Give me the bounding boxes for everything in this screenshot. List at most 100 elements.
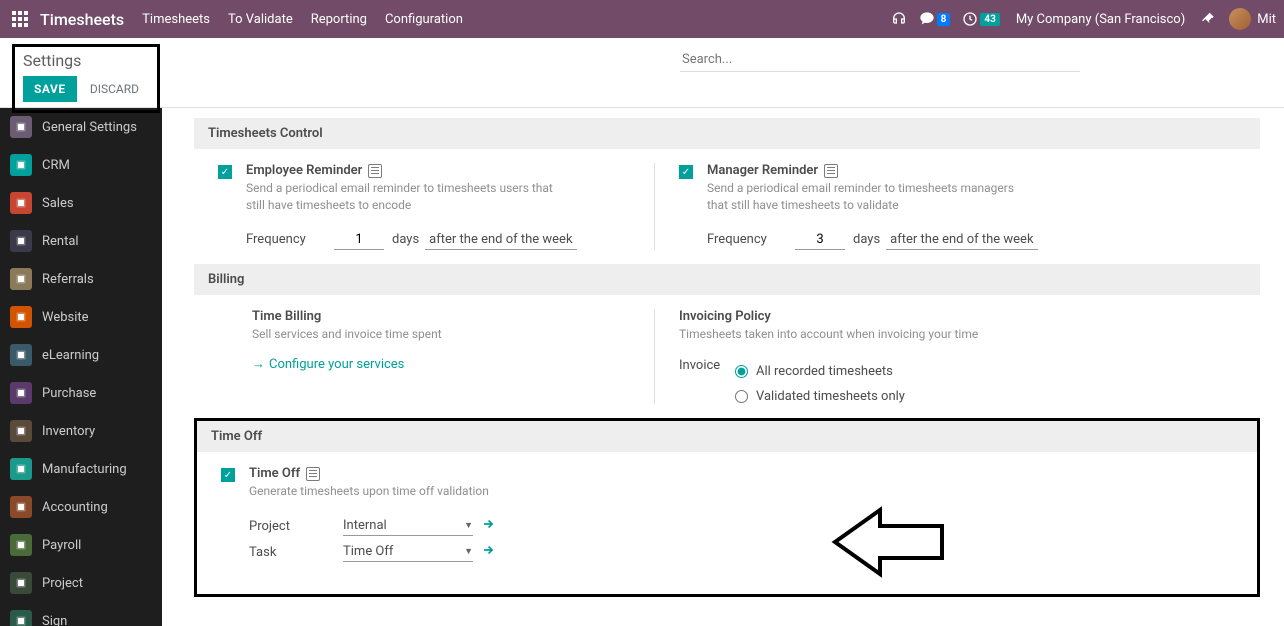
module-icon — [10, 420, 32, 442]
avatar[interactable] — [1229, 8, 1251, 30]
sidebar-item-label: Website — [42, 310, 89, 325]
nav-reporting[interactable]: Reporting — [311, 12, 367, 27]
module-icon — [10, 306, 32, 328]
timeoff-title: Time Off — [249, 466, 300, 481]
topbar: Timesheets Timesheets To Validate Report… — [0, 0, 1284, 38]
section-header-timesheets-control: Timesheets Control — [194, 118, 1260, 149]
doc-icon[interactable] — [824, 164, 838, 178]
employee-frequency-input[interactable] — [334, 230, 384, 250]
apps-menu-button[interactable] — [8, 7, 32, 31]
sidebar-item-project[interactable]: Project — [0, 564, 162, 602]
sidebar-item-crm[interactable]: CRM — [0, 146, 162, 184]
time-billing-desc: Sell services and invoice time spent — [252, 326, 442, 343]
app-name[interactable]: Timesheets — [40, 10, 124, 29]
sidebar-item-manufacturing[interactable]: Manufacturing — [0, 450, 162, 488]
external-link-icon[interactable] — [481, 517, 495, 535]
manager-reminder-title: Manager Reminder — [707, 163, 818, 178]
module-icon — [10, 344, 32, 366]
sidebar-item-rental[interactable]: Rental — [0, 222, 162, 260]
section-header-timeoff: Time Off — [197, 421, 1257, 452]
chevron-down-icon: ▼ — [464, 546, 473, 557]
user-name[interactable]: Mit — [1257, 12, 1276, 27]
invoice-label: Invoice — [679, 358, 735, 404]
doc-icon[interactable] — [368, 164, 382, 178]
sidebar-item-label: Sign — [42, 614, 67, 626]
control-bar: Settings SAVE DISCARD — [0, 38, 1284, 108]
sidebar-item-referrals[interactable]: Referrals — [0, 260, 162, 298]
module-icon — [10, 268, 32, 290]
radio-all-recorded[interactable]: All recorded timesheets — [735, 364, 905, 379]
control-panel: Settings SAVE DISCARD — [12, 44, 160, 113]
debug-icon[interactable] — [1201, 11, 1217, 27]
employee-reminder-title: Employee Reminder — [246, 163, 362, 178]
sidebar-item-payroll[interactable]: Payroll — [0, 526, 162, 564]
doc-icon[interactable] — [306, 467, 320, 481]
sidebar-item-label: Sales — [42, 196, 74, 211]
invoicing-policy-desc: Timesheets taken into account when invoi… — [679, 326, 978, 343]
discard-button[interactable]: DISCARD — [80, 77, 149, 101]
page-title: Settings — [23, 51, 149, 70]
sidebar-item-sign[interactable]: Sign — [0, 602, 162, 626]
search-wrap — [680, 48, 1080, 72]
external-link-icon[interactable] — [481, 543, 495, 561]
timeoff-desc: Generate timesheets upon time off valida… — [249, 483, 495, 500]
sidebar-item-general-settings[interactable]: General Settings — [0, 108, 162, 146]
sidebar-item-accounting[interactable]: Accounting — [0, 488, 162, 526]
checkbox-timeoff[interactable]: ✓ — [221, 468, 235, 482]
sidebar-item-label: Rental — [42, 234, 79, 249]
task-label: Task — [249, 545, 339, 560]
module-icon — [10, 458, 32, 480]
module-icon — [10, 534, 32, 556]
employee-reminder-desc: Send a periodical email reminder to time… — [246, 180, 556, 214]
sidebar-item-elearning[interactable]: eLearning — [0, 336, 162, 374]
module-icon — [10, 496, 32, 518]
sidebar-item-label: Project — [42, 576, 83, 591]
sidebar-item-sales[interactable]: Sales — [0, 184, 162, 222]
nav-timesheets[interactable]: Timesheets — [142, 12, 210, 27]
company-switcher[interactable]: My Company (San Francisco) — [1016, 12, 1185, 27]
sidebar-item-label: eLearning — [42, 348, 99, 363]
module-icon — [10, 382, 32, 404]
support-icon[interactable] — [891, 11, 907, 27]
sidebar: General Settings CRM Sales Rental Referrals W… — [0, 108, 162, 626]
sidebar-item-website[interactable]: Website — [0, 298, 162, 336]
sidebar-item-label: Manufacturing — [42, 462, 127, 477]
frequency-label: Frequency — [707, 232, 787, 247]
section-header-billing: Billing — [194, 264, 1260, 295]
sidebar-item-inventory[interactable]: Inventory — [0, 412, 162, 450]
sidebar-item-label: Payroll — [42, 538, 81, 553]
sidebar-item-label: CRM — [42, 158, 70, 173]
nav-to-validate[interactable]: To Validate — [228, 12, 293, 27]
manager-trigger-select[interactable]: after the end of the week — [886, 230, 1037, 250]
checkbox-manager-reminder[interactable]: ✓ — [679, 165, 693, 179]
employee-trigger-select[interactable]: after the end of the week — [425, 230, 576, 250]
checkbox-employee-reminder[interactable]: ✓ — [218, 165, 232, 179]
sidebar-item-purchase[interactable]: Purchase — [0, 374, 162, 412]
save-button[interactable]: SAVE — [23, 76, 77, 102]
chevron-down-icon: ▼ — [464, 520, 473, 531]
sidebar-item-label: General Settings — [42, 120, 137, 135]
project-label: Project — [249, 519, 339, 534]
invoicing-policy-title: Invoicing Policy — [679, 309, 771, 324]
timeoff-task-select[interactable]: Time Off ▼ — [343, 542, 473, 562]
frequency-unit: days — [392, 232, 419, 247]
configure-services-link[interactable]: →Configure your services — [252, 356, 404, 372]
nav-configuration[interactable]: Configuration — [385, 12, 463, 27]
sidebar-item-label: Referrals — [42, 272, 94, 287]
messaging-icon[interactable]: 8 — [919, 11, 951, 27]
timeoff-project-select[interactable]: Internal ▼ — [343, 516, 473, 536]
sidebar-item-label: Purchase — [42, 386, 96, 401]
timeoff-section-box: Time Off ✓ Time Off Generate timesheets … — [194, 418, 1260, 597]
frequency-unit: days — [853, 232, 880, 247]
search-input[interactable] — [680, 48, 1080, 72]
activity-icon[interactable]: 43 — [962, 11, 999, 27]
messaging-badge: 8 — [937, 13, 951, 26]
radio-validated-only[interactable]: Validated timesheets only — [735, 389, 905, 404]
module-icon — [10, 572, 32, 594]
module-icon — [10, 610, 32, 626]
content: Timesheets Control ✓ Employee Reminder S… — [162, 108, 1284, 626]
manager-reminder-desc: Send a periodical email reminder to time… — [707, 180, 1017, 214]
manager-frequency-input[interactable] — [795, 230, 845, 250]
module-icon — [10, 192, 32, 214]
activity-badge: 43 — [980, 13, 999, 26]
